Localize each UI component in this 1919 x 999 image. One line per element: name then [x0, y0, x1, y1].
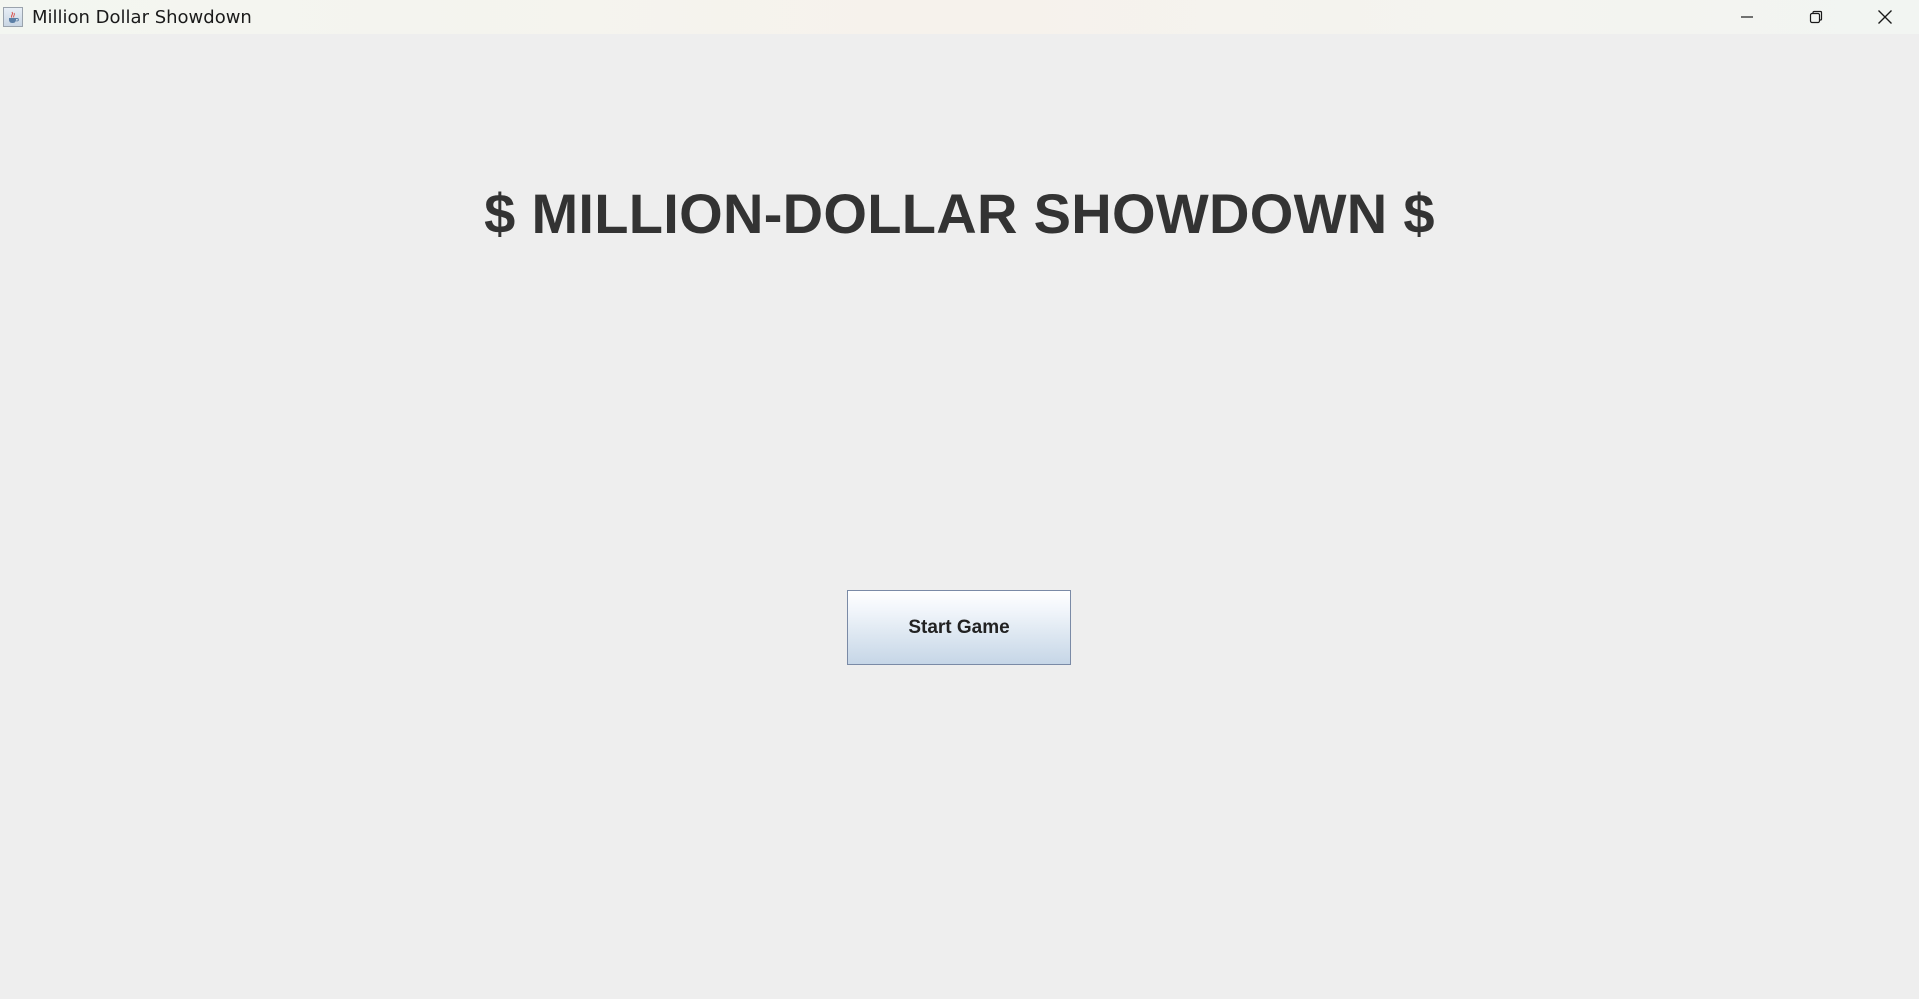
title-bar[interactable]: Million Dollar Showdown: [0, 0, 1919, 34]
restore-icon: [1809, 10, 1822, 24]
restore-button[interactable]: [1781, 0, 1850, 34]
minimize-button[interactable]: [1712, 0, 1781, 34]
game-title: $ MILLION-DOLLAR SHOWDOWN $: [484, 182, 1435, 245]
close-button[interactable]: [1850, 0, 1919, 34]
window-controls: [1712, 0, 1919, 34]
app-window: Million Dollar Showdown $ MILLION-DOLLAR…: [0, 0, 1919, 999]
java-cup-icon: [3, 7, 23, 27]
window-title: Million Dollar Showdown: [32, 6, 252, 28]
close-icon: [1877, 10, 1892, 24]
minimize-icon: [1740, 16, 1753, 18]
start-game-button[interactable]: Start Game: [847, 590, 1071, 665]
